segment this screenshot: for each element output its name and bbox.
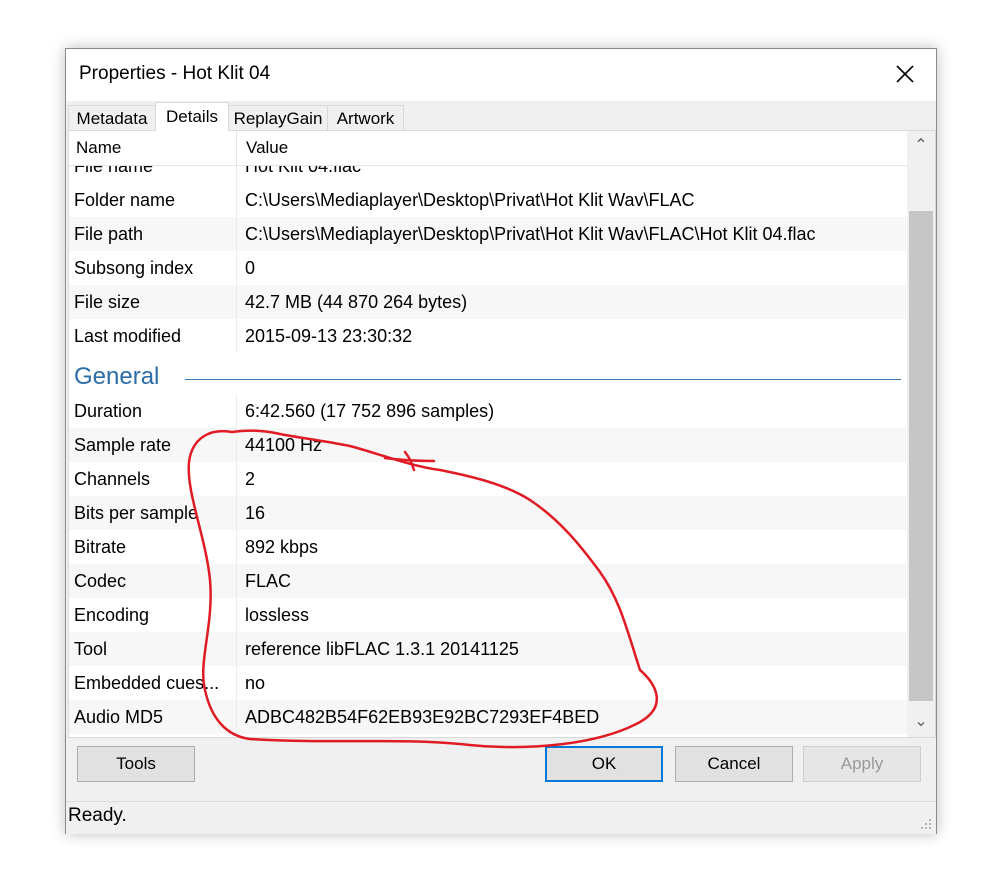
column-divider	[236, 530, 237, 564]
row-value: 44100 Hz	[245, 435, 323, 455]
row-name: Bits per sample	[74, 503, 199, 523]
row-name: Sample rate	[74, 435, 172, 455]
status-bar: Ready.	[66, 801, 936, 834]
list-item[interactable]: Embedded cues... no	[69, 666, 907, 700]
list-item[interactable]: File path C:\Users\Mediaplayer\Desktop\P…	[69, 217, 907, 251]
list-item[interactable]: Last modified 2015-09-13 23:30:32	[69, 319, 907, 353]
column-divider	[236, 428, 237, 462]
tab-replaygain[interactable]: ReplayGain	[228, 105, 328, 131]
column-header: Name Value	[69, 131, 907, 166]
row-value: 16	[245, 503, 266, 523]
row-value: 2015-09-13 23:30:32	[245, 326, 413, 346]
list-item[interactable]: File size 42.7 MB (44 870 264 bytes)	[69, 285, 907, 319]
row-name: Audio MD5	[74, 707, 164, 727]
list-item[interactable]: Subsong index 0	[69, 251, 907, 285]
row-value: no	[245, 673, 266, 693]
column-divider	[236, 632, 237, 666]
row-value: 6:42.560 (17 752 896 samples)	[245, 401, 495, 421]
column-divider	[236, 700, 237, 734]
list-item[interactable]: Tool reference libFLAC 1.3.1 20141125	[69, 632, 907, 666]
row-name: Last modified	[74, 326, 182, 346]
ok-button[interactable]: OK	[545, 746, 663, 782]
row-name: Subsong index	[74, 258, 194, 278]
column-divider	[236, 285, 237, 319]
row-value: FLAC	[245, 571, 292, 591]
tab-artwork[interactable]: Artwork	[327, 105, 404, 131]
scrollbar-thumb[interactable]	[909, 211, 933, 701]
row-value: reference libFLAC 1.3.1 20141125	[245, 639, 519, 659]
column-divider	[236, 394, 237, 428]
details-panel: File name Hot Klit 04.flac Folder name C…	[68, 130, 936, 738]
row-name: Duration	[74, 401, 143, 421]
close-button[interactable]	[892, 61, 918, 87]
cancel-button[interactable]: Cancel	[675, 746, 793, 782]
list-item[interactable]: Folder name C:\Users\Mediaplayer\Desktop…	[69, 183, 907, 217]
resize-grip-icon[interactable]	[919, 817, 933, 831]
column-divider	[236, 496, 237, 530]
row-name: File size	[74, 292, 141, 312]
column-divider	[236, 666, 237, 700]
row-name: Embedded cues...	[74, 673, 220, 693]
row-name: Bitrate	[74, 537, 127, 557]
title-bar: Properties - Hot Klit 04	[66, 49, 936, 101]
row-name: Encoding	[74, 605, 150, 625]
row-value: C:\Users\Mediaplayer\Desktop\Privat\Hot …	[245, 190, 695, 210]
list-item[interactable]: Channels 2	[69, 462, 907, 496]
column-header-name[interactable]: Name	[76, 138, 121, 158]
column-divider	[236, 462, 237, 496]
group-header-general: General	[69, 355, 907, 395]
list-item[interactable]: Bitrate 892 kbps	[69, 530, 907, 564]
tab-details[interactable]: Details	[155, 102, 229, 132]
row-value: 0	[245, 258, 256, 278]
tab-metadata[interactable]: Metadata	[68, 105, 156, 131]
list-item[interactable]: Bits per sample 16	[69, 496, 907, 530]
row-value: ADBC482B54F62EB93E92BC7293EF4BED	[245, 707, 600, 727]
window-title: Properties - Hot Klit 04	[79, 63, 271, 84]
list-item[interactable]: Audio MD5 ADBC482B54F62EB93E92BC7293EF4B…	[69, 700, 907, 734]
list-item[interactable]: Duration 6:42.560 (17 752 896 samples)	[69, 394, 907, 428]
list-item[interactable]: Codec FLAC	[69, 564, 907, 598]
row-name: Codec	[74, 571, 127, 591]
scroll-down-icon[interactable]: ⌄	[907, 707, 935, 737]
column-divider	[236, 564, 237, 598]
row-value: 892 kbps	[245, 537, 319, 557]
scroll-up-icon[interactable]: ⌃	[907, 131, 935, 161]
list-item[interactable]: Sample rate 44100 Hz	[69, 428, 907, 462]
row-name: File path	[74, 224, 144, 244]
apply-button[interactable]: Apply	[803, 746, 921, 782]
row-value: C:\Users\Mediaplayer\Desktop\Privat\Hot …	[245, 224, 816, 244]
row-value: 2	[245, 469, 256, 489]
group-label: General	[74, 363, 160, 390]
properties-list[interactable]: File name Hot Klit 04.flac Folder name C…	[69, 131, 907, 737]
column-divider	[236, 598, 237, 632]
list-item[interactable]: Encoding lossless	[69, 598, 907, 632]
row-name: Channels	[74, 469, 151, 489]
column-header-divider[interactable]	[236, 131, 237, 165]
row-value: lossless	[245, 605, 310, 625]
group-divider-line	[185, 379, 901, 380]
column-divider	[236, 183, 237, 217]
row-value: 42.7 MB (44 870 264 bytes)	[245, 292, 468, 312]
column-divider	[236, 217, 237, 251]
status-text: Ready.	[68, 805, 127, 826]
close-icon	[896, 65, 914, 83]
column-divider	[236, 251, 237, 285]
row-name: Tool	[74, 639, 108, 659]
properties-dialog: Properties - Hot Klit 04 Metadata Detail…	[65, 48, 937, 834]
column-header-value[interactable]: Value	[246, 138, 288, 158]
tools-button[interactable]: Tools	[77, 746, 195, 782]
column-divider	[236, 319, 237, 353]
vertical-scrollbar[interactable]: ⌃ ⌄	[907, 131, 935, 737]
row-name: Folder name	[74, 190, 176, 210]
